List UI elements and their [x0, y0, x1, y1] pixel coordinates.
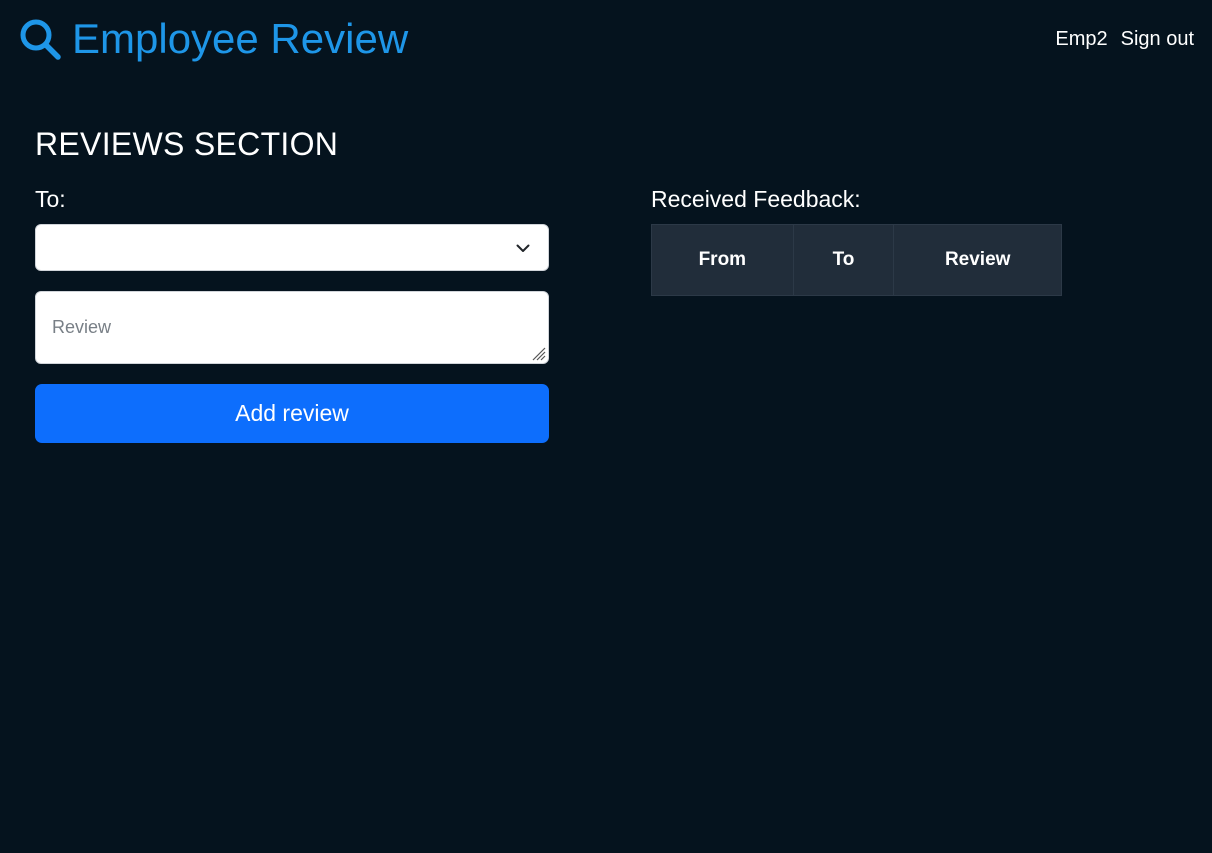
chevron-down-icon: [516, 244, 530, 252]
column-header-from: From: [651, 224, 794, 296]
received-feedback-section: Received Feedback: From To Review: [651, 184, 1062, 296]
user-name-link[interactable]: Emp2: [1055, 27, 1107, 51]
search-icon: [20, 19, 61, 60]
review-textarea[interactable]: Review: [35, 291, 549, 364]
section-title: REVIEWS SECTION: [35, 126, 339, 162]
to-label: To:: [35, 186, 66, 212]
top-navbar: Employee Review Emp2 Sign out: [0, 0, 1212, 80]
add-review-button[interactable]: Add review: [35, 384, 549, 443]
table-header-row: From To Review: [651, 224, 1062, 296]
brand-link[interactable]: Employee Review: [18, 14, 408, 64]
user-nav: Emp2 Sign out: [1055, 27, 1194, 51]
resize-handle-icon[interactable]: [530, 345, 546, 361]
review-placeholder: Review: [52, 317, 112, 337]
received-feedback-label: Received Feedback:: [651, 186, 861, 212]
review-form: To: Review Add review: [35, 184, 549, 443]
column-header-to: To: [792, 224, 895, 296]
sign-out-link[interactable]: Sign out: [1121, 27, 1194, 51]
feedback-table: From To Review: [651, 224, 1062, 296]
brand-title: Employee Review: [72, 15, 409, 62]
column-header-review: Review: [893, 224, 1062, 296]
to-select[interactable]: [35, 224, 549, 271]
